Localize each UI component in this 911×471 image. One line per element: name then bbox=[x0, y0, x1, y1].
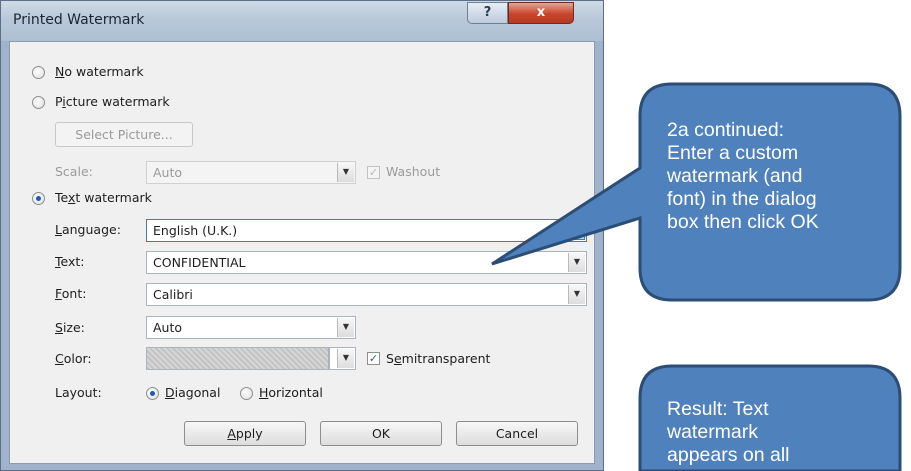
callout-result-text: Result: Text watermark appears on all bbox=[667, 398, 790, 468]
callout-line: watermark (and bbox=[667, 165, 803, 187]
callout-line: appears on all bbox=[667, 444, 790, 466]
callout-line: Enter a custom bbox=[667, 142, 799, 164]
callout-line: font) in the dialog bbox=[667, 188, 817, 210]
callout-instruction-text: 2a continued: Enter a custom watermark (… bbox=[667, 119, 819, 234]
callout-line: 2a continued: bbox=[667, 119, 785, 141]
callout-line: box then click OK bbox=[667, 211, 819, 233]
callout-line: watermark bbox=[667, 421, 759, 443]
callout-line: Result: Text bbox=[667, 398, 769, 420]
